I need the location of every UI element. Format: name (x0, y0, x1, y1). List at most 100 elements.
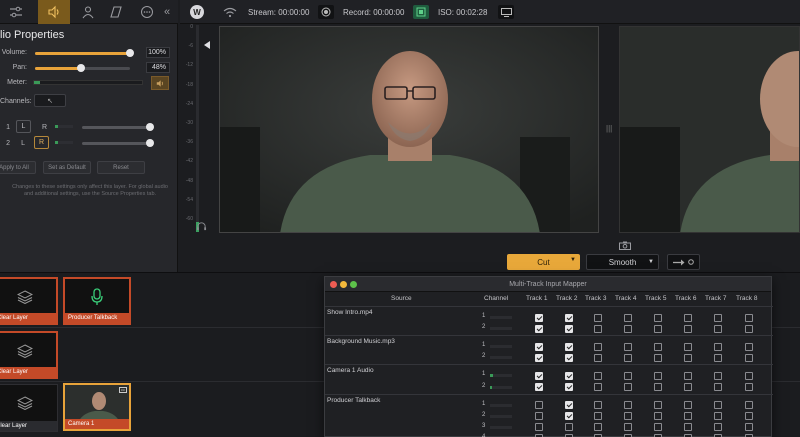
track-checkbox[interactable] (654, 353, 662, 362)
track-checkbox[interactable] (654, 383, 662, 391)
track-checkbox[interactable] (565, 324, 573, 333)
track-checkbox[interactable] (684, 342, 692, 351)
track-checkbox[interactable] (565, 371, 573, 380)
track-checkbox[interactable] (684, 313, 692, 322)
track-checkbox[interactable] (714, 383, 722, 391)
track-checkbox[interactable] (594, 412, 602, 421)
track-checkbox[interactable] (745, 342, 753, 351)
channel-2-slider[interactable] (82, 139, 154, 147)
track-checkbox[interactable] (594, 324, 602, 333)
headphones-icon[interactable] (196, 218, 207, 236)
pan-slider[interactable] (35, 64, 130, 72)
track-checkbox[interactable] (565, 313, 573, 322)
layer-tile-clear-2[interactable]: Clear Layer (0, 331, 58, 379)
volume-value[interactable]: 100% (146, 47, 170, 58)
mute-button[interactable] (151, 76, 169, 90)
wifi-icon[interactable] (223, 0, 237, 24)
apply-to-all-button[interactable]: Apply to All (0, 161, 36, 174)
track-checkbox[interactable] (594, 313, 602, 322)
track-checkbox[interactable] (535, 412, 543, 421)
track-checkbox[interactable] (745, 412, 753, 421)
layer-tile-clear-1[interactable]: Clear Layer (0, 277, 58, 325)
track-checkbox[interactable] (535, 313, 543, 322)
tab-sliders[interactable] (0, 0, 32, 24)
track-checkbox[interactable] (535, 401, 543, 410)
smooth-transition-select[interactable]: Smooth ▼ (586, 254, 659, 270)
caret-down-icon[interactable]: ▼ (570, 257, 576, 263)
channel-1-slider-knob[interactable] (146, 123, 154, 131)
track-checkbox[interactable] (654, 412, 662, 421)
collapse-panel-button[interactable]: « (156, 0, 178, 24)
program-preview[interactable] (219, 26, 599, 233)
track-checkbox[interactable] (624, 412, 632, 421)
layer-tile-camera-1[interactable]: cc Camera 1 (63, 383, 131, 431)
pan-value[interactable]: 48% (146, 62, 170, 73)
cut-button[interactable]: Cut ▼ (507, 254, 580, 270)
split-handle[interactable]: ||| (606, 124, 612, 133)
track-checkbox[interactable] (714, 313, 722, 322)
track-checkbox[interactable] (714, 401, 722, 410)
channel-1-slider[interactable] (82, 123, 154, 131)
track-checkbox[interactable] (654, 371, 662, 380)
layer-tile-clear-3[interactable]: Clear Layer (0, 384, 58, 432)
track-checkbox[interactable] (714, 412, 722, 421)
track-checkbox[interactable] (654, 324, 662, 333)
track-checkbox[interactable] (565, 342, 573, 351)
track-checkbox[interactable] (654, 423, 662, 432)
track-checkbox[interactable] (745, 383, 753, 391)
track-checkbox[interactable] (624, 423, 632, 432)
track-checkbox[interactable] (535, 423, 543, 432)
track-checkbox[interactable] (594, 342, 602, 351)
track-checkbox[interactable] (565, 412, 573, 421)
track-checkbox[interactable] (594, 423, 602, 432)
channel-1-left-toggle[interactable]: L (16, 120, 31, 133)
track-checkbox[interactable] (565, 383, 573, 391)
track-checkbox[interactable] (684, 371, 692, 380)
channel-2-right-toggle[interactable]: R (34, 136, 49, 149)
app-logo[interactable]: W (190, 5, 204, 19)
track-checkbox[interactable] (535, 371, 543, 380)
track-checkbox[interactable] (594, 383, 602, 391)
track-checkbox[interactable] (654, 401, 662, 410)
track-checkbox[interactable] (565, 353, 573, 362)
track-checkbox[interactable] (684, 401, 692, 410)
track-checkbox[interactable] (714, 353, 722, 362)
track-checkbox[interactable] (624, 353, 632, 362)
volume-slider-knob[interactable] (126, 49, 134, 57)
track-checkbox[interactable] (684, 383, 692, 391)
track-checkbox[interactable] (745, 371, 753, 380)
output-display-button[interactable] (498, 5, 514, 19)
track-checkbox[interactable] (565, 423, 573, 432)
track-checkbox[interactable] (745, 313, 753, 322)
channels-select[interactable]: ↖ (34, 94, 66, 107)
tab-audio[interactable] (38, 0, 70, 24)
track-checkbox[interactable] (535, 342, 543, 351)
track-checkbox[interactable] (745, 324, 753, 333)
track-checkbox[interactable] (714, 342, 722, 351)
auto-transition-button[interactable] (667, 254, 700, 270)
channel-2-slider-knob[interactable] (146, 139, 154, 147)
track-checkbox[interactable] (624, 383, 632, 391)
set-as-default-button[interactable]: Set as Default (43, 161, 91, 174)
track-checkbox[interactable] (684, 353, 692, 362)
preview-monitor[interactable] (619, 26, 800, 233)
volume-slider[interactable] (35, 49, 134, 57)
track-checkbox[interactable] (535, 353, 543, 362)
track-checkbox[interactable] (714, 324, 722, 333)
track-checkbox[interactable] (745, 401, 753, 410)
layer-tile-producer-talkback[interactable]: Producer Talkback (63, 277, 131, 325)
track-checkbox[interactable] (654, 342, 662, 351)
track-checkbox[interactable] (565, 401, 573, 410)
track-checkbox[interactable] (535, 383, 543, 391)
tab-shape[interactable] (100, 0, 132, 24)
track-checkbox[interactable] (745, 423, 753, 432)
pan-slider-knob[interactable] (76, 64, 85, 72)
track-checkbox[interactable] (654, 313, 662, 322)
track-checkbox[interactable] (624, 324, 632, 333)
iso-record-button[interactable] (413, 5, 429, 19)
track-checkbox[interactable] (714, 371, 722, 380)
record-button[interactable] (318, 5, 334, 19)
track-checkbox[interactable] (624, 313, 632, 322)
track-checkbox[interactable] (745, 353, 753, 362)
track-checkbox[interactable] (624, 342, 632, 351)
